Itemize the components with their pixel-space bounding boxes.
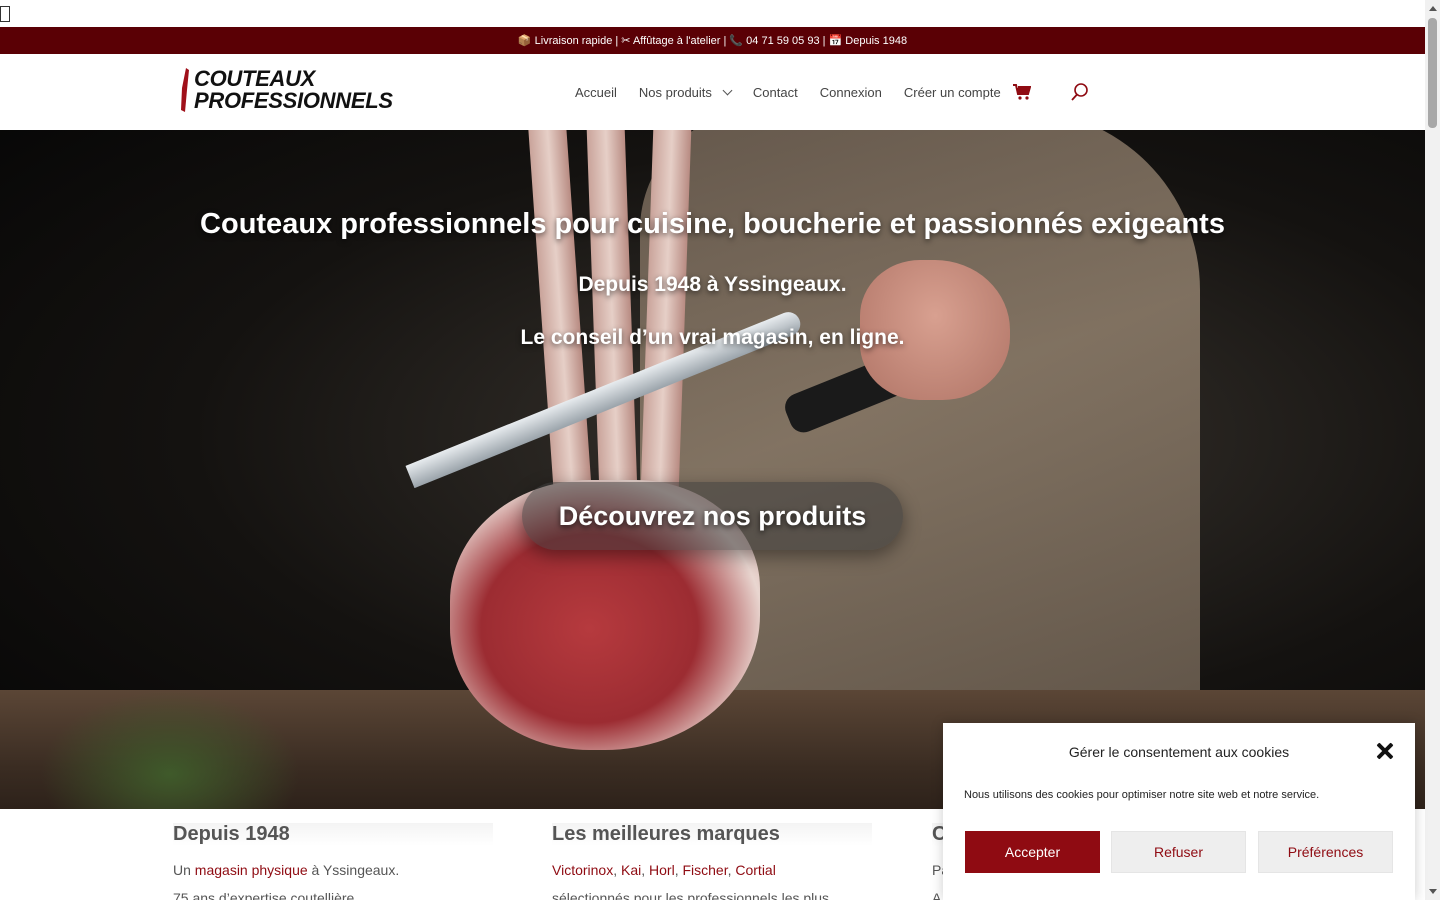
scroll-down-arrow-icon[interactable] [1429,889,1437,894]
site-header: COUTEAUX PROFESSIONNELS Accueil Nos prod… [0,54,1425,130]
feature-text: à Yssingeaux. [307,862,400,878]
feature-line-2: sélectionnés pour les professionnels les… [552,890,830,900]
search-icon[interactable] [1071,83,1089,101]
cart-icon[interactable] [1012,84,1031,100]
feature-line-1: Un magasin physique à Yssingeaux. [173,856,493,884]
chevron-down-icon [722,85,733,95]
brand-link-fischer[interactable]: Fischer [682,862,727,878]
main-nav: Accueil Nos produits Contact Connexion C… [575,54,1089,130]
scroll-up-arrow-icon[interactable] [1429,6,1437,11]
cookie-text: Nous utilisons des cookies pour optimise… [964,789,1320,801]
hero-title: Couteaux professionnels pour cuisine, bo… [200,208,1225,240]
hero-bone-image [585,130,638,511]
feature-brand-list: Victorinox, Kai, Horl, Fischer, Cortial [552,856,872,884]
hero-subtitle-1: Depuis 1948 à Yssingeaux. [578,273,847,296]
brand-link-victorinox[interactable]: Victorinox [552,862,613,878]
cookie-title: Gérer le consentement aux cookies [1068,744,1290,760]
nav-products[interactable]: Nos produits [638,84,733,100]
brand-link-horl[interactable]: Horl [649,862,675,878]
nav-login[interactable]: Connexion [820,85,882,100]
logo-line-2: PROFESSIONNELS [194,88,393,113]
cookie-preferences-button[interactable]: Préférences [1258,831,1393,873]
feature-title: Depuis 1948 [173,823,493,846]
feature-title: Les meilleures marques [552,823,872,846]
refuse-cookies-button[interactable]: Refuser [1111,831,1246,873]
discover-products-button[interactable]: Découvrez nos produits [522,482,903,550]
close-icon[interactable] [1376,742,1394,760]
topbar-text: 📦 Livraison rapide | ✂ Affûtage à l'atel… [517,35,908,47]
broken-glyph-icon [0,6,10,22]
feature-line-2: 75 ans d’expertise coutellière. [173,890,359,900]
brand-link-cortial[interactable]: Cortial [735,862,775,878]
nav-products-label: Nos produits [638,84,712,100]
page-scrollbar[interactable] [1425,0,1440,900]
hero-bone-image [525,130,593,512]
feature-brands: Les meilleures marques Victorinox, Kai, … [552,823,872,900]
separator: , [613,862,621,878]
nav-contact[interactable]: Contact [753,85,798,100]
physical-store-link[interactable]: magasin physique [195,862,308,878]
site-logo[interactable]: COUTEAUX PROFESSIONNELS [180,68,393,112]
logo-line-1: COUTEAUX [194,66,316,91]
hero-subtitle-2: Le conseil d’un vrai magasin, en ligne. [520,326,905,349]
brand-link-kai[interactable]: Kai [621,862,641,878]
hero-herbs-image [40,690,300,809]
nav-home[interactable]: Accueil [575,85,617,100]
nav-register[interactable]: Créer un compte [904,85,1001,100]
separator: , [641,862,650,878]
knife-logo-icon [180,68,190,112]
hero-banner: Couteaux professionnels pour cuisine, bo… [0,130,1425,809]
cookie-consent-dialog: Gérer le consentement aux cookies Nous u… [943,723,1415,900]
scroll-thumb[interactable] [1428,18,1437,128]
accept-cookies-button[interactable]: Accepter [965,831,1100,873]
feature-text: Un [173,862,195,878]
info-topbar: 📦 Livraison rapide | ✂ Affûtage à l'atel… [0,27,1425,54]
feature-since-1948: Depuis 1948 Un magasin physique à Yssing… [173,823,493,900]
